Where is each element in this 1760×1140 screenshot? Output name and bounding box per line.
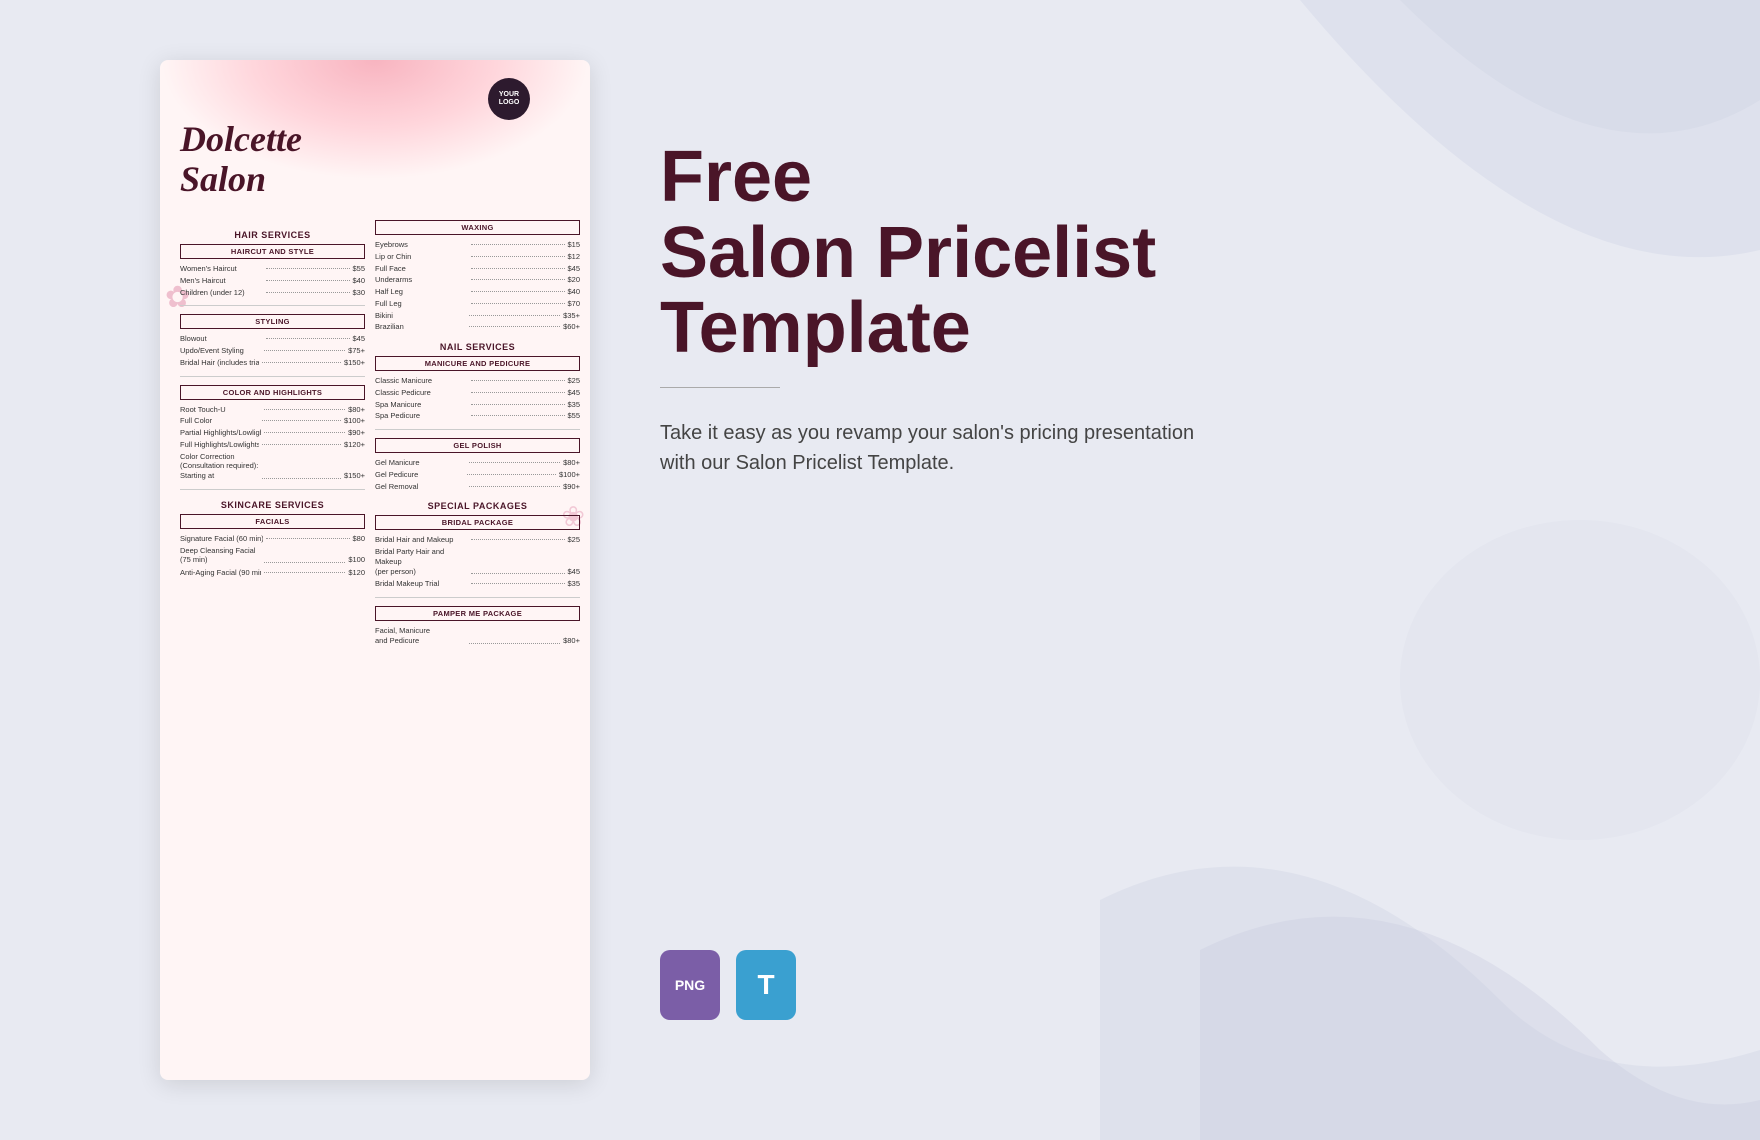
waxing-box: WAXING bbox=[375, 220, 580, 235]
left-column: HAIR SERVICES HAIRCUT AND STYLE Women's … bbox=[180, 220, 365, 580]
price-row: Bikini $35+ bbox=[375, 311, 580, 321]
png-label: PNG bbox=[675, 977, 705, 993]
price-row: Half Leg $40 bbox=[375, 287, 580, 297]
price-row: Full Color $100+ bbox=[180, 416, 365, 426]
price-row-multi: Color Correction(Consultation required):… bbox=[180, 452, 365, 481]
special-packages-title: SPECIAL PACKAGES bbox=[375, 501, 580, 511]
price-row: Full Face $45 bbox=[375, 264, 580, 274]
price-row: Full Highlights/Lowlights $120+ bbox=[180, 440, 365, 450]
nail-services-title: NAIL SERVICES bbox=[375, 342, 580, 352]
description-text: Take it easy as you revamp your salon's … bbox=[660, 418, 1220, 478]
manicure-pedicure-box: MANICURE AND PEDICURE bbox=[375, 356, 580, 371]
heading-line1: Free bbox=[660, 137, 812, 217]
heading-line2: Salon Pricelist bbox=[660, 213, 1156, 293]
price-row: Spa Manicure $35 bbox=[375, 400, 580, 410]
pamper-package-box: PAMPER ME PACKAGE bbox=[375, 606, 580, 621]
t-label: T bbox=[757, 969, 774, 1001]
price-row: Updo/Event Styling $75+ bbox=[180, 346, 365, 356]
price-row: Bridal Hair and Makeup $25 bbox=[375, 535, 580, 545]
price-row: Gel Manicure $80+ bbox=[375, 458, 580, 468]
price-row: Brazilian $60+ bbox=[375, 322, 580, 332]
price-row: Partial Highlights/Lowlights $90+ bbox=[180, 428, 365, 438]
bridal-package-box: BRIDAL PACKAGE bbox=[375, 515, 580, 530]
color-highlights-box: COLOR AND HIGHLIGHTS bbox=[180, 385, 365, 400]
haircut-style-box: HAIRCUT AND STYLE bbox=[180, 244, 365, 259]
price-row-multi: Facial, Manicureand Pedicure $80+ bbox=[375, 626, 580, 646]
price-row: Full Leg $70 bbox=[375, 299, 580, 309]
facials-box: FACIALS bbox=[180, 514, 365, 529]
price-row: Men's Haircut $40 bbox=[180, 276, 365, 286]
file-icons: PNG T bbox=[660, 950, 796, 1020]
price-row: Spa Pedicure $55 bbox=[375, 411, 580, 421]
price-row: Signature Facial (60 min) $80 bbox=[180, 534, 365, 544]
price-row: Underarms $20 bbox=[375, 275, 580, 285]
right-panel: Free Salon Pricelist Template Take it ea… bbox=[660, 140, 1360, 478]
logo-circle: YOUR LOGO bbox=[488, 78, 530, 120]
salon-name-line2: Salon bbox=[180, 159, 266, 199]
price-row: Gel Pedicure $100+ bbox=[375, 470, 580, 480]
t-icon: T bbox=[736, 950, 796, 1020]
hair-services-title: HAIR SERVICES bbox=[180, 230, 365, 240]
price-row: Classic Pedicure $45 bbox=[375, 388, 580, 398]
main-heading: Free Salon Pricelist Template bbox=[660, 140, 1360, 367]
price-row: Children (under 12) $30 bbox=[180, 288, 365, 298]
price-row: Eyebrows $15 bbox=[375, 240, 580, 250]
price-row: Blowout $45 bbox=[180, 334, 365, 344]
logo-text: YOUR LOGO bbox=[488, 91, 530, 108]
price-row: Bridal Makeup Trial $35 bbox=[375, 579, 580, 589]
salon-name-line1: Dolcette bbox=[180, 119, 302, 159]
price-row: Gel Removal $90+ bbox=[375, 482, 580, 492]
document-card: YOUR LOGO Dolcette Salon ✿ ❀ HAIR SERVIC… bbox=[160, 60, 590, 1080]
price-row: Lip or Chin $12 bbox=[375, 252, 580, 262]
price-row: Bridal Hair (includes trial) $150+ bbox=[180, 358, 365, 368]
price-row: Anti-Aging Facial (90 min) $120 bbox=[180, 568, 365, 578]
right-column: WAXING Eyebrows $15 Lip or Chin $12 Full… bbox=[375, 220, 580, 649]
skincare-services-title: SKINCARE SERVICES bbox=[180, 500, 365, 510]
png-icon: PNG bbox=[660, 950, 720, 1020]
price-row-multi: Bridal Party Hair and Makeup(per person)… bbox=[375, 547, 580, 576]
price-row: Women's Haircut $55 bbox=[180, 264, 365, 274]
styling-box: STYLING bbox=[180, 314, 365, 329]
price-row: Classic Manicure $25 bbox=[375, 376, 580, 386]
gel-polish-box: GEL POLISH bbox=[375, 438, 580, 453]
salon-title: Dolcette Salon bbox=[180, 120, 302, 199]
price-row-multi: Deep Cleansing Facial(75 min) $100 bbox=[180, 546, 365, 566]
price-row: Root Touch-U $80+ bbox=[180, 405, 365, 415]
heading-line3: Template bbox=[660, 288, 971, 368]
separator bbox=[660, 387, 780, 388]
